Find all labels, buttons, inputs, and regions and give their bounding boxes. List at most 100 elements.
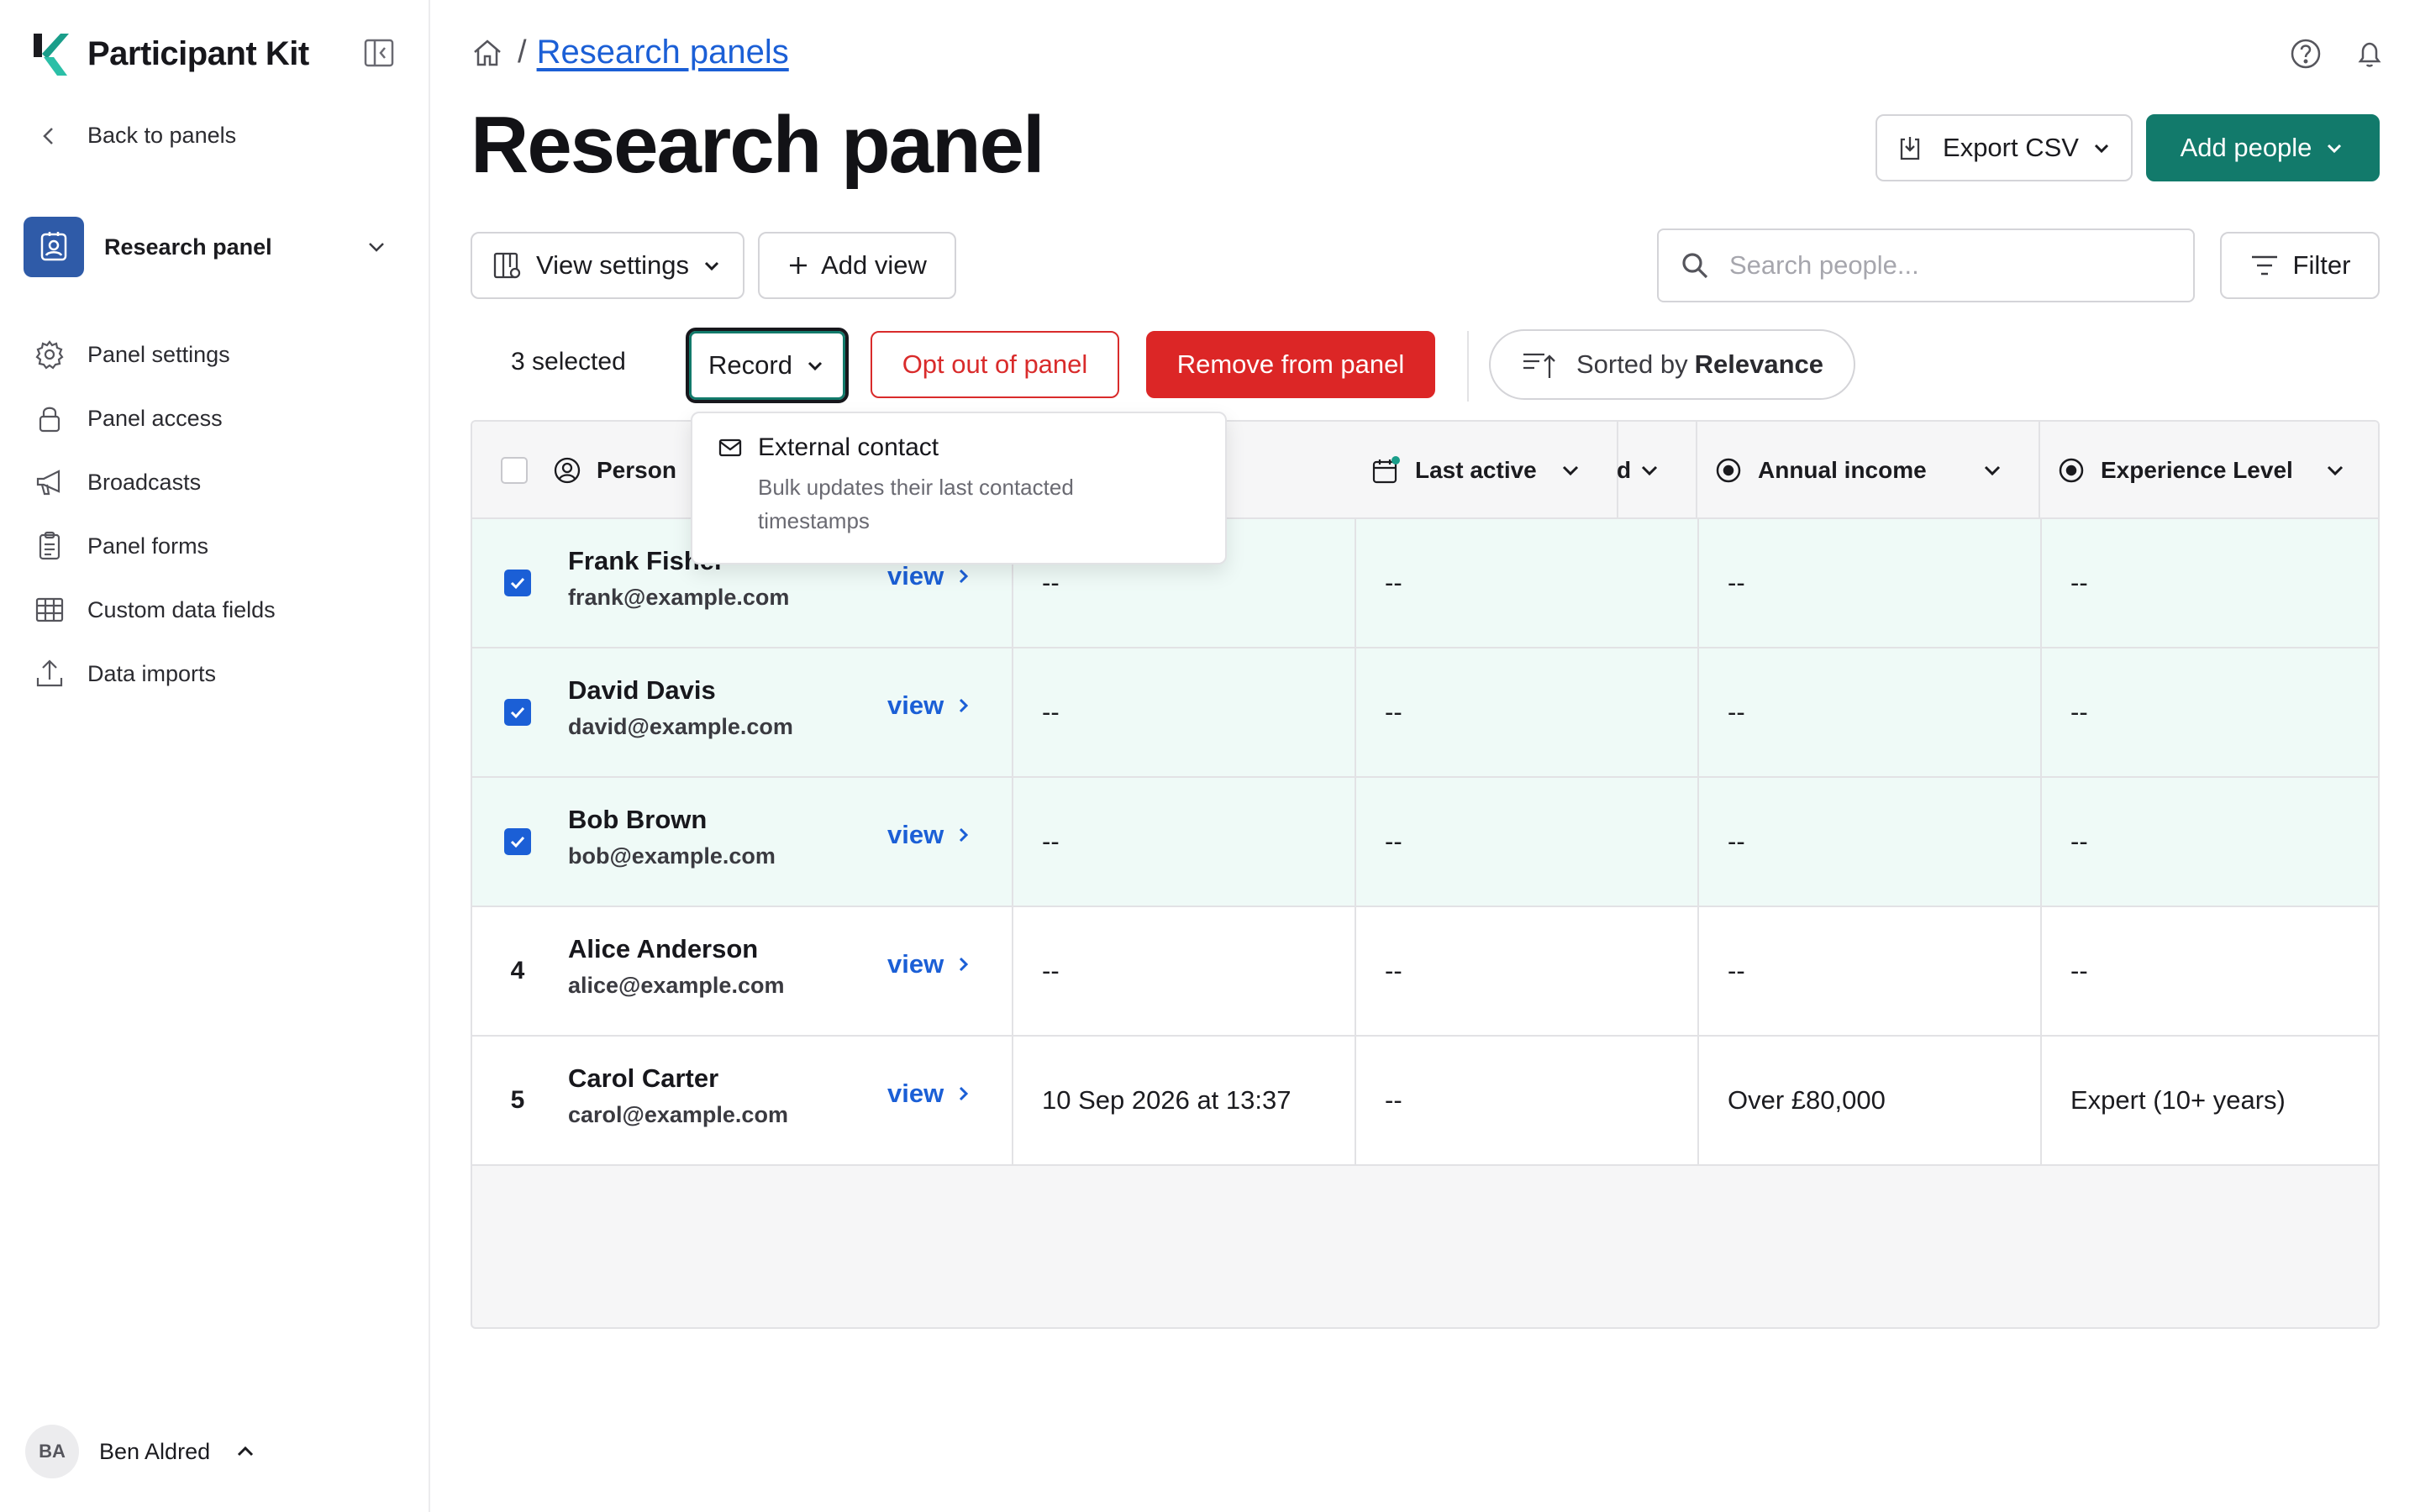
sidebar-item-custom-data-fields[interactable]: Custom data fields <box>34 578 403 642</box>
bell-icon[interactable] <box>2353 37 2386 71</box>
sidebar-item-broadcasts[interactable]: Broadcasts <box>34 450 403 514</box>
row-number[interactable]: 4 <box>511 957 525 985</box>
table-cell: -- <box>2040 648 2378 776</box>
sidebar-item-panel-access[interactable]: Panel access <box>34 386 403 450</box>
table-row[interactable]: Bob Brown bob@example.com view -- -- -- -- <box>472 778 2378 907</box>
column-header-last-active[interactable]: Last active <box>1355 422 1697 519</box>
table-cell: -- <box>2040 907 2378 1035</box>
table-icon <box>35 597 64 622</box>
search-input[interactable] <box>1729 250 2166 281</box>
table-cell: Expert (10+ years) <box>2040 1037 2378 1164</box>
calendar-icon <box>1372 456 1400 484</box>
collapse-sidebar-icon[interactable] <box>363 37 395 69</box>
gear-icon <box>35 340 64 370</box>
filter-button[interactable]: Filter <box>2220 232 2380 299</box>
upload-icon <box>36 659 63 687</box>
table-cell: -- <box>1355 519 1697 647</box>
filter-label: Filter <box>2292 250 2351 280</box>
opt-out-button[interactable]: Opt out of panel <box>871 331 1119 398</box>
add-people-button[interactable]: Add people <box>2146 114 2380 181</box>
record-label: Record <box>708 350 792 380</box>
row-number[interactable]: 5 <box>511 1086 525 1115</box>
view-settings-button[interactable]: View settings <box>471 232 744 299</box>
help-icon[interactable] <box>2289 37 2323 71</box>
record-button[interactable]: Record <box>686 328 849 403</box>
view-label: view <box>887 820 944 849</box>
row-select-cell <box>472 778 553 906</box>
person-email: alice@example.com <box>568 973 785 998</box>
sidebar-item-panel-settings[interactable]: Panel settings <box>34 323 403 386</box>
row-checkbox[interactable] <box>504 699 531 726</box>
selected-count: 3 selected <box>511 348 626 375</box>
remove-from-panel-button[interactable]: Remove from panel <box>1146 331 1435 398</box>
table-cell: -- <box>1697 519 2040 647</box>
sidebar-item-label: Broadcasts <box>87 469 202 495</box>
export-csv-button[interactable]: Export CSV <box>1876 114 2133 181</box>
table-cell: -- <box>1012 648 1355 776</box>
select-all-checkbox[interactable] <box>501 457 528 484</box>
menu-item-external-contact[interactable]: External contact <box>718 433 1200 462</box>
breadcrumb-separator: / <box>518 34 527 70</box>
breadcrumb-research-panels[interactable]: Research panels <box>537 34 789 71</box>
sort-prefix: Sorted by <box>1576 349 1688 379</box>
sort-icon <box>1523 353 1555 378</box>
back-to-panels-link[interactable]: Back to panels <box>37 123 236 149</box>
person-name: David Davis <box>568 675 716 705</box>
clipboard-icon <box>39 531 60 560</box>
row-checkbox[interactable] <box>504 828 531 855</box>
column-header-annual-income[interactable]: Annual income <box>1697 422 2040 519</box>
participant-kit-logo <box>34 34 69 76</box>
chevron-left-icon <box>43 127 53 144</box>
panel-switcher[interactable]: Research panel <box>24 215 403 279</box>
row-checkbox[interactable] <box>504 570 531 596</box>
column-label: Last active <box>1415 457 1537 483</box>
view-person-link[interactable]: view <box>887 949 972 979</box>
person-name: Alice Anderson <box>568 934 759 963</box>
divider <box>1467 331 1469 402</box>
home-icon[interactable] <box>471 36 504 70</box>
row-select-cell <box>472 648 553 776</box>
app-title: Participant Kit <box>87 34 309 72</box>
brand[interactable]: Participant Kit <box>30 29 309 79</box>
column-header-experience-level[interactable]: Experience Level <box>2040 422 2378 519</box>
person-email: carol@example.com <box>568 1102 788 1127</box>
table-row[interactable]: 5 Carol Carter carol@example.com view 10 Sep… <box>472 1037 2378 1166</box>
megaphone-icon <box>36 470 60 496</box>
check-icon <box>510 577 525 590</box>
add-view-button[interactable]: Add view <box>758 232 956 299</box>
table-cell: Over £80,000 <box>1697 1037 2040 1164</box>
sort-value: Relevance <box>1694 349 1824 379</box>
user-menu[interactable]: BA Ben Aldred <box>25 1425 257 1478</box>
view-person-link[interactable]: view <box>887 820 972 850</box>
view-person-link[interactable]: view <box>887 690 972 721</box>
record-dropdown-menu[interactable]: External contact Bulk updates their last… <box>691 412 1227 564</box>
layout-settings-icon <box>493 252 521 279</box>
add-people-label: Add people <box>2180 133 2312 162</box>
table-cell: -- <box>1697 907 2040 1035</box>
sidebar-item-label: Custom data fields <box>87 596 276 622</box>
header-icons <box>2259 37 2386 71</box>
contact-card-icon <box>40 232 67 261</box>
table-row[interactable]: David Davis david@example.com view -- -- -- -- <box>472 648 2378 778</box>
chevron-down-icon <box>369 243 384 252</box>
view-label: view <box>887 949 944 979</box>
chevron-right-icon <box>960 698 969 713</box>
sidebar-item-data-imports[interactable]: Data imports <box>34 642 403 706</box>
table-row[interactable]: 4 Alice Anderson alice@example.com view -- --… <box>472 907 2378 1037</box>
person-email: frank@example.com <box>568 585 790 610</box>
chevron-right-icon <box>960 957 969 972</box>
sidebar-item-label: Data imports <box>87 660 217 686</box>
add-view-label: Add view <box>821 250 927 280</box>
chevron-down-icon <box>2094 144 2109 154</box>
plus-icon <box>790 257 808 274</box>
row-select-cell: 4 <box>472 907 553 1035</box>
sort-button[interactable]: Sorted by Relevance <box>1489 329 1855 400</box>
breadcrumb: / Research panels <box>471 34 789 71</box>
sidebar-item-panel-forms[interactable]: Panel forms <box>34 514 403 578</box>
view-person-link[interactable]: view <box>887 1079 972 1109</box>
chevron-down-icon <box>808 361 823 371</box>
view-person-link[interactable]: view <box>887 561 972 591</box>
page-title: Research panel <box>471 100 1045 190</box>
chevron-down-icon <box>2328 144 2342 154</box>
view-label: view <box>887 561 944 591</box>
